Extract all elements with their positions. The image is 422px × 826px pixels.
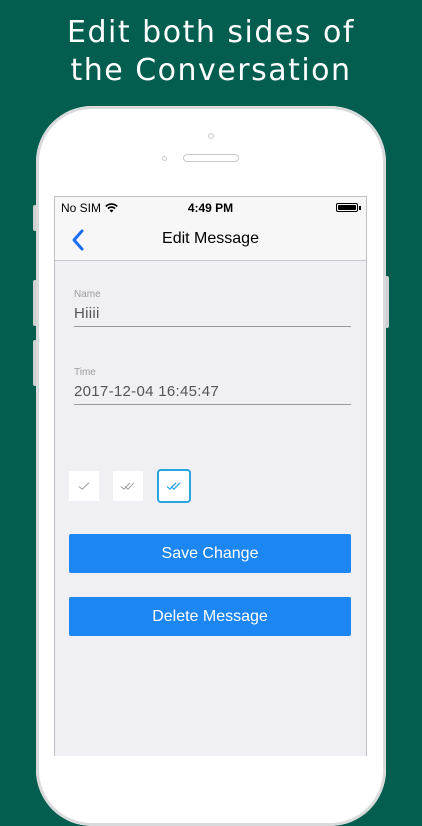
phone-screen: No SIM 4:49 PM Edit Message Name Hiiii T… [54,196,367,756]
time-field[interactable]: Time 2017-12-04 16:45:47 [74,367,351,405]
name-input[interactable]: Hiiii [74,305,351,327]
headline-line-1: Edit both sides of [67,15,355,50]
battery-tip [359,206,361,210]
name-label: Name [74,289,101,300]
delete-message-button[interactable]: Delete Message [69,597,351,636]
single-check-icon [78,482,90,490]
double-check-gray-icon [120,482,135,490]
message-status-options [69,469,191,503]
double-check-blue-icon [166,482,181,491]
promo-headline: Edit both sides of the Conversation [0,14,422,90]
status-bar: No SIM 4:49 PM [55,197,366,219]
phone-speaker [183,154,239,162]
battery-icon [336,203,358,212]
save-change-button[interactable]: Save Change [69,534,351,573]
name-field[interactable]: Name Hiiii [74,289,351,327]
status-option-sent[interactable] [69,471,99,501]
navigation-bar: Edit Message [55,219,366,261]
page-title: Edit Message [162,230,259,247]
headline-line-2: the Conversation [70,53,352,88]
time-input[interactable]: 2017-12-04 16:45:47 [74,383,351,405]
status-time: 4:49 PM [187,201,234,215]
time-label: Time [74,367,96,378]
status-option-delivered[interactable] [113,471,143,501]
phone-camera [162,156,167,161]
phone-sensor [208,133,214,139]
status-option-read[interactable] [157,469,191,503]
